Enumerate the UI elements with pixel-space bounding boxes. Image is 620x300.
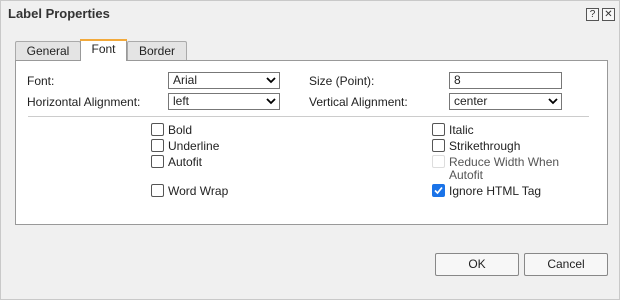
vertical-alignment-select[interactable]: center	[449, 93, 562, 110]
horizontal-alignment-select[interactable]: left	[168, 93, 280, 110]
font-label: Font:	[27, 74, 55, 88]
ignore-html-checkbox[interactable]	[432, 184, 445, 197]
font-panel: Font: Arial Size (Point): 8 Horizontal A…	[15, 60, 608, 225]
tab-font[interactable]: Font	[80, 39, 127, 61]
vertical-alignment-value: center	[454, 94, 488, 108]
reduce-width-checkbox	[432, 155, 445, 168]
label-properties-dialog: Label Properties ? ✕ General Font Border…	[0, 0, 620, 300]
help-button[interactable]: ?	[586, 8, 599, 21]
underline-checkbox[interactable]	[151, 139, 164, 152]
italic-checkbox[interactable]	[432, 123, 445, 136]
divider	[28, 116, 589, 117]
strikethrough-label: Strikethrough	[449, 139, 521, 153]
title-bar: Label Properties ? ✕	[1, 1, 619, 27]
font-select[interactable]: Arial	[168, 72, 280, 89]
chevron-down-icon	[548, 98, 558, 105]
reduce-width-label-line1: Reduce Width When	[449, 155, 560, 169]
word-wrap-label: Word Wrap	[168, 184, 229, 198]
close-button[interactable]: ✕	[602, 8, 615, 21]
italic-label: Italic	[449, 123, 474, 137]
word-wrap-checkbox[interactable]	[151, 184, 164, 197]
vertical-alignment-label: Vertical Alignment:	[309, 95, 408, 109]
underline-label: Underline	[168, 139, 220, 153]
ignore-html-label: Ignore HTML Tag	[449, 184, 542, 198]
chevron-down-icon	[266, 77, 276, 84]
checkmark-icon	[434, 186, 443, 195]
bold-checkbox[interactable]	[151, 123, 164, 136]
tab-border[interactable]: Border	[127, 41, 187, 60]
strikethrough-checkbox[interactable]	[432, 139, 445, 152]
size-input[interactable]: 8	[449, 72, 562, 89]
cancel-button[interactable]: Cancel	[524, 253, 608, 276]
bold-label: Bold	[168, 123, 193, 137]
tab-general[interactable]: General	[15, 41, 81, 60]
size-label: Size (Point):	[309, 74, 375, 88]
font-select-value: Arial	[173, 73, 198, 87]
reduce-width-label-line2: Autofit	[449, 168, 484, 182]
horizontal-alignment-label: Horizontal Alignment:	[27, 95, 141, 109]
chevron-down-icon	[266, 98, 276, 105]
autofit-checkbox[interactable]	[151, 155, 164, 168]
autofit-label: Autofit	[168, 155, 203, 169]
horizontal-alignment-value: left	[173, 94, 190, 108]
ok-button[interactable]: OK	[435, 253, 519, 276]
dialog-title: Label Properties	[8, 6, 110, 21]
